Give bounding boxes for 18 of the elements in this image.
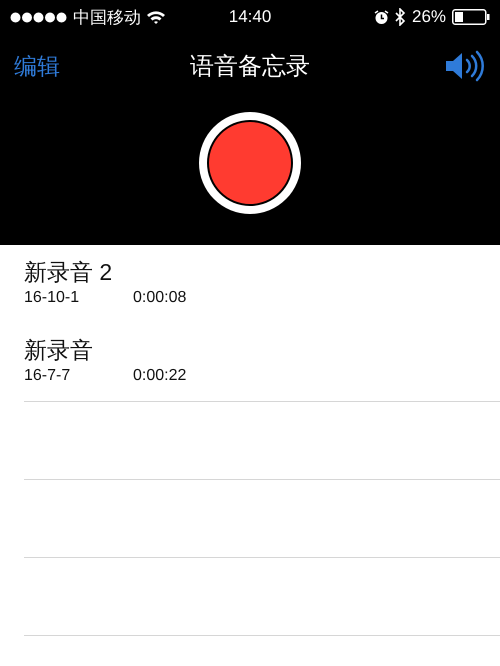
- signal-icon: [10, 12, 68, 22]
- battery-percent: 26%: [412, 7, 446, 27]
- recording-duration: 0:00:22: [133, 366, 186, 386]
- record-button[interactable]: [198, 110, 302, 214]
- carrier-name: 中国移动: [73, 6, 141, 28]
- recording-date: 16-10-1: [24, 289, 80, 306]
- bluetooth-icon: [394, 8, 406, 26]
- recording-name[interactable]: 新录音: [24, 336, 93, 364]
- wifi-icon: [146, 10, 166, 24]
- clock-time: 14:40: [228, 7, 272, 27]
- speaker-icon[interactable]: [444, 50, 486, 82]
- alarm-clock-icon: [374, 10, 389, 24]
- recording-name[interactable]: 新录音 2: [24, 258, 112, 286]
- battery-icon: [452, 9, 490, 25]
- recording-date: 16-7-7: [24, 367, 70, 384]
- recording-duration: 0:00:08: [133, 288, 186, 308]
- edit-button[interactable]: 编辑: [14, 50, 104, 82]
- screen-title: 语音备忘录: [189, 52, 311, 82]
